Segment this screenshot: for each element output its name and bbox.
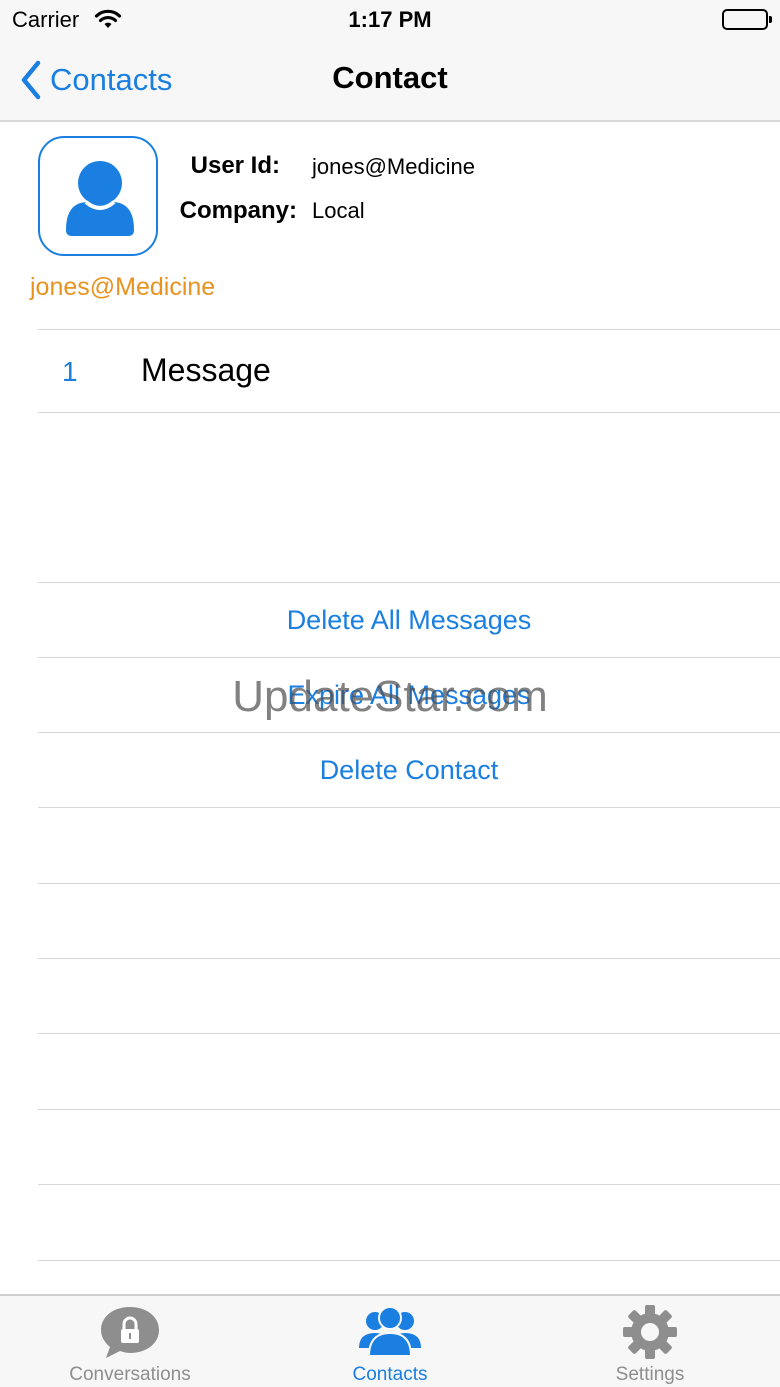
tab-contacts[interactable]: Contacts xyxy=(260,1296,520,1387)
gear-icon xyxy=(520,1304,780,1365)
lock-bubble-icon xyxy=(0,1304,260,1365)
delete-contact-button[interactable]: Delete Contact xyxy=(38,733,780,807)
battery-icon xyxy=(722,9,772,30)
tab-conversations-label: Conversations xyxy=(69,1364,191,1385)
navigation-bar: Contacts Contact xyxy=(0,40,780,122)
message-count: 1 xyxy=(62,356,78,387)
people-icon xyxy=(260,1304,520,1363)
tab-contacts-label: Contacts xyxy=(352,1364,428,1385)
divider xyxy=(38,329,780,330)
clock-label: 1:17 PM xyxy=(348,7,432,32)
divider xyxy=(38,412,780,413)
divider xyxy=(38,958,780,959)
tab-bar: Conversations Contacts Settings xyxy=(0,1294,780,1387)
tab-conversations[interactable]: Conversations xyxy=(0,1296,260,1387)
divider xyxy=(38,807,780,808)
delete-all-messages-button[interactable]: Delete All Messages xyxy=(38,583,780,657)
page-title: Contact xyxy=(332,60,448,95)
user-id-label: User Id: xyxy=(190,152,280,179)
divider xyxy=(38,1109,780,1110)
company-label: Company: xyxy=(179,197,297,224)
tab-settings-label: Settings xyxy=(615,1364,685,1385)
status-bar: Carrier 1:17 PM xyxy=(0,0,780,40)
expire-all-messages-button[interactable]: Expire All Messages xyxy=(38,658,780,732)
messages-label: Message xyxy=(141,352,271,388)
tab-settings[interactable]: Settings xyxy=(520,1296,780,1387)
company-value: Local xyxy=(312,198,365,223)
user-id-value: jones@Medicine xyxy=(312,154,475,179)
divider xyxy=(38,1260,780,1261)
divider xyxy=(38,1033,780,1034)
contact-name: jones@Medicine xyxy=(30,273,216,301)
divider xyxy=(38,1184,780,1185)
divider xyxy=(38,883,780,884)
